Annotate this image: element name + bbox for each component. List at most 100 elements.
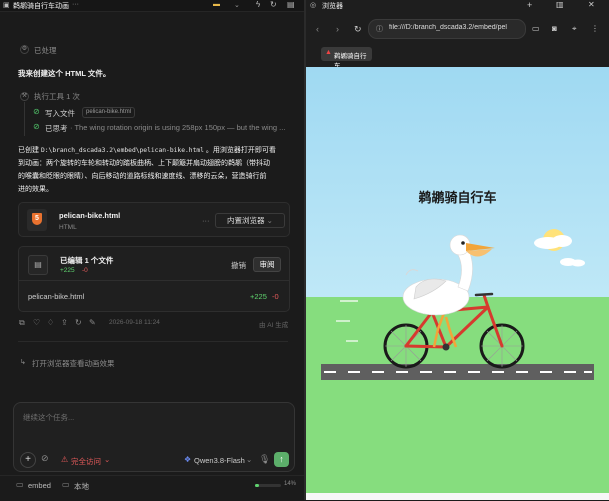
desc-line4: 进的效果。 (18, 186, 53, 193)
process-icon: ⚙ (20, 45, 29, 54)
divider (18, 341, 288, 342)
microphone-icon[interactable]: 🎙 (259, 454, 270, 465)
tool-exec-label[interactable]: 执行工具 1 次 (34, 91, 80, 102)
edit-icon[interactable]: ✎ (89, 318, 96, 327)
reload-icon[interactable]: ↻ (354, 24, 362, 35)
desc-line1-suffix: 。用浏览器打开即可看 (205, 147, 276, 154)
file-edit-icon: ▤ (28, 255, 48, 275)
speed-lines (336, 300, 358, 342)
assistant-message: 我来创建这个 HTML 文件。 (18, 69, 111, 78)
html-file-icon: 5 (27, 209, 47, 231)
file-card-type: HTML (59, 224, 77, 231)
check-icon: ⊘ (33, 122, 40, 131)
monitor-icon: ▭ (62, 480, 70, 489)
copy-icon[interactable]: ⧉ (19, 318, 25, 328)
desc-prefix: 已创建 (18, 147, 39, 154)
pelican-eye (461, 241, 465, 245)
thumbs-down-icon[interactable]: ♢ (47, 318, 54, 327)
review-button[interactable]: 审阅 (253, 257, 281, 272)
undo-button[interactable]: 撤销 (231, 260, 246, 271)
file-lines-removed: -0 (272, 292, 279, 301)
share-icon[interactable]: ⇪ (61, 318, 68, 327)
history-icon[interactable]: ↻ (270, 0, 277, 9)
edited-title: 已编辑 1 个文件 (60, 256, 114, 265)
more-icon[interactable]: ··· (72, 1, 79, 8)
camera-icon[interactable]: ◙ (552, 24, 557, 33)
desc-line2: 到动画：两个旋转的车轮和转动的踏板曲柄、上下颠簸并扇动翅膀的鹈鹕（带抖动 (18, 160, 270, 167)
open-in-browser-button[interactable]: 内置浏览器 ⌄ (215, 213, 285, 228)
chat-input[interactable]: 继续这个任务... (23, 412, 74, 423)
page-favicon: ▲ (325, 49, 332, 56)
pelican-bike-illustration (321, 229, 594, 380)
browser-tab-label[interactable]: 浏览器 (322, 1, 343, 11)
close-icon[interactable]: ✕ (588, 0, 595, 9)
ai-generated-note: 由 AI 生成 (259, 322, 289, 329)
location-label[interactable]: 本地 (74, 481, 89, 492)
chat-input-box[interactable]: 继续这个任务... + ⊘ ⚠ 完全访问 ⌄ ❖ Qwen3.8-Flash ⌄… (13, 402, 295, 472)
write-file-chip[interactable]: pelican-bike.html (82, 107, 136, 118)
screen-icon[interactable]: ▭ (532, 24, 540, 33)
back-icon[interactable]: ‹ (316, 24, 319, 34)
timestamp: 2026-09-18 11:24 (109, 319, 160, 326)
result-description: 已创建 D:\branch_dscada3.2\embed\pelican-bi… (18, 144, 296, 196)
attach-icon[interactable]: ⊘ (41, 453, 49, 464)
suggestion-item[interactable]: 打开浏览器查看动画效果 (32, 358, 115, 369)
context-progress-text: 14% (284, 481, 297, 487)
refresh-icon[interactable]: ↻ (75, 318, 82, 327)
model-icon: ❖ (184, 455, 192, 464)
chat-panel: ▣ 鹈鹕骑自行车动画 ··· ▬ ⌄ ϟ ↻ ▤ ⚙ 已处理 我来创建这个 HT… (0, 0, 304, 500)
edited-file-name[interactable]: pelican-bike.html (28, 292, 84, 301)
write-file-label: 写入文件 (45, 109, 75, 118)
url-text[interactable]: file:///D:/branch_dscada3.2/embed/pel (389, 24, 521, 31)
lightning-icon[interactable]: ϟ (256, 0, 260, 9)
flag-icon[interactable]: ▬ (213, 1, 220, 8)
browser-button-label: 内置浏览器 (227, 216, 265, 225)
send-button[interactable]: ↑ (274, 452, 289, 467)
more-icon[interactable]: ⋮ (591, 24, 599, 33)
chat-title-bar: ▣ 鹈鹕骑自行车动画 ··· ▬ ⌄ ϟ ↻ ▤ (0, 0, 304, 12)
split-view-icon[interactable]: ▤ (287, 0, 295, 9)
new-tab-icon[interactable]: + (527, 0, 532, 10)
folder-name[interactable]: embed (28, 481, 51, 490)
context-progress (255, 484, 281, 487)
folder-icon: ▭ (16, 480, 24, 489)
page-tab[interactable]: ▲ 鹈鹕骑自行车 (321, 47, 372, 70)
layout-icon[interactable]: ▥ (556, 0, 564, 9)
file-lines-added: +225 (250, 292, 267, 301)
chevron-down-icon: ⌄ (104, 455, 111, 464)
globe-icon: ◎ (310, 2, 317, 9)
address-bar[interactable]: ⓘ file:///D:/branch_dscada3.2/embed/pel (368, 19, 526, 39)
cloud (534, 235, 585, 267)
warning-icon: ⚠ (61, 455, 69, 464)
thought-text[interactable]: · The wing rotation origin is using 258p… (70, 123, 290, 132)
lines-added: +225 (60, 267, 75, 274)
check-icon: ⊘ (33, 107, 40, 116)
file-path[interactable]: D:\branch_dscada3.2\embed\pelican-bike.h… (41, 147, 204, 154)
handlebar (474, 292, 494, 297)
model-selector[interactable]: Qwen3.8-Flash (194, 456, 245, 465)
cursor-icon[interactable]: ⌖ (572, 24, 577, 34)
webpage-viewport: 鹈鹕骑自行车 (306, 67, 609, 493)
tool-tree-line (24, 102, 25, 136)
chevron-down-icon: ⌄ (266, 216, 273, 225)
info-icon: ⓘ (376, 26, 383, 33)
crank (442, 343, 450, 351)
thumbs-up-icon[interactable]: ♡ (33, 318, 40, 327)
context-progress-fill (255, 484, 259, 487)
forward-icon[interactable]: › (336, 24, 339, 34)
add-button[interactable]: + (20, 452, 36, 468)
processed-label[interactable]: 已处理 (34, 45, 57, 56)
file-card-name: pelican-bike.html (59, 211, 121, 220)
access-mode-dropdown[interactable]: 完全访问 (71, 456, 101, 467)
browser-toolbar: ‹ › ↻ ⓘ file:///D:/branch_dscada3.2/embe… (306, 11, 609, 70)
status-bar: ▭ embed ▭ 本地 14% (0, 475, 304, 501)
chevron-down-icon[interactable]: ⌄ (234, 1, 240, 9)
app-icon: ▣ (3, 2, 10, 9)
browser-title-bar: ◎ 浏览器 + ▥ ✕ (306, 0, 609, 11)
chevron-down-icon: ⌄ (246, 455, 253, 464)
edited-files-card: ▤ 已编辑 1 个文件 +225 -0 撤销 审阅 pelican-bike.h… (18, 246, 290, 312)
file-card[interactable]: 5 pelican-bike.html HTML ··· 内置浏览器 ⌄ (18, 202, 290, 237)
browser-panel: ◎ 浏览器 + ▥ ✕ ‹ › ↻ ⓘ file:///D:/branch_ds… (306, 0, 609, 500)
lines-removed: -0 (82, 267, 88, 274)
more-options-icon[interactable]: ··· (202, 216, 210, 225)
